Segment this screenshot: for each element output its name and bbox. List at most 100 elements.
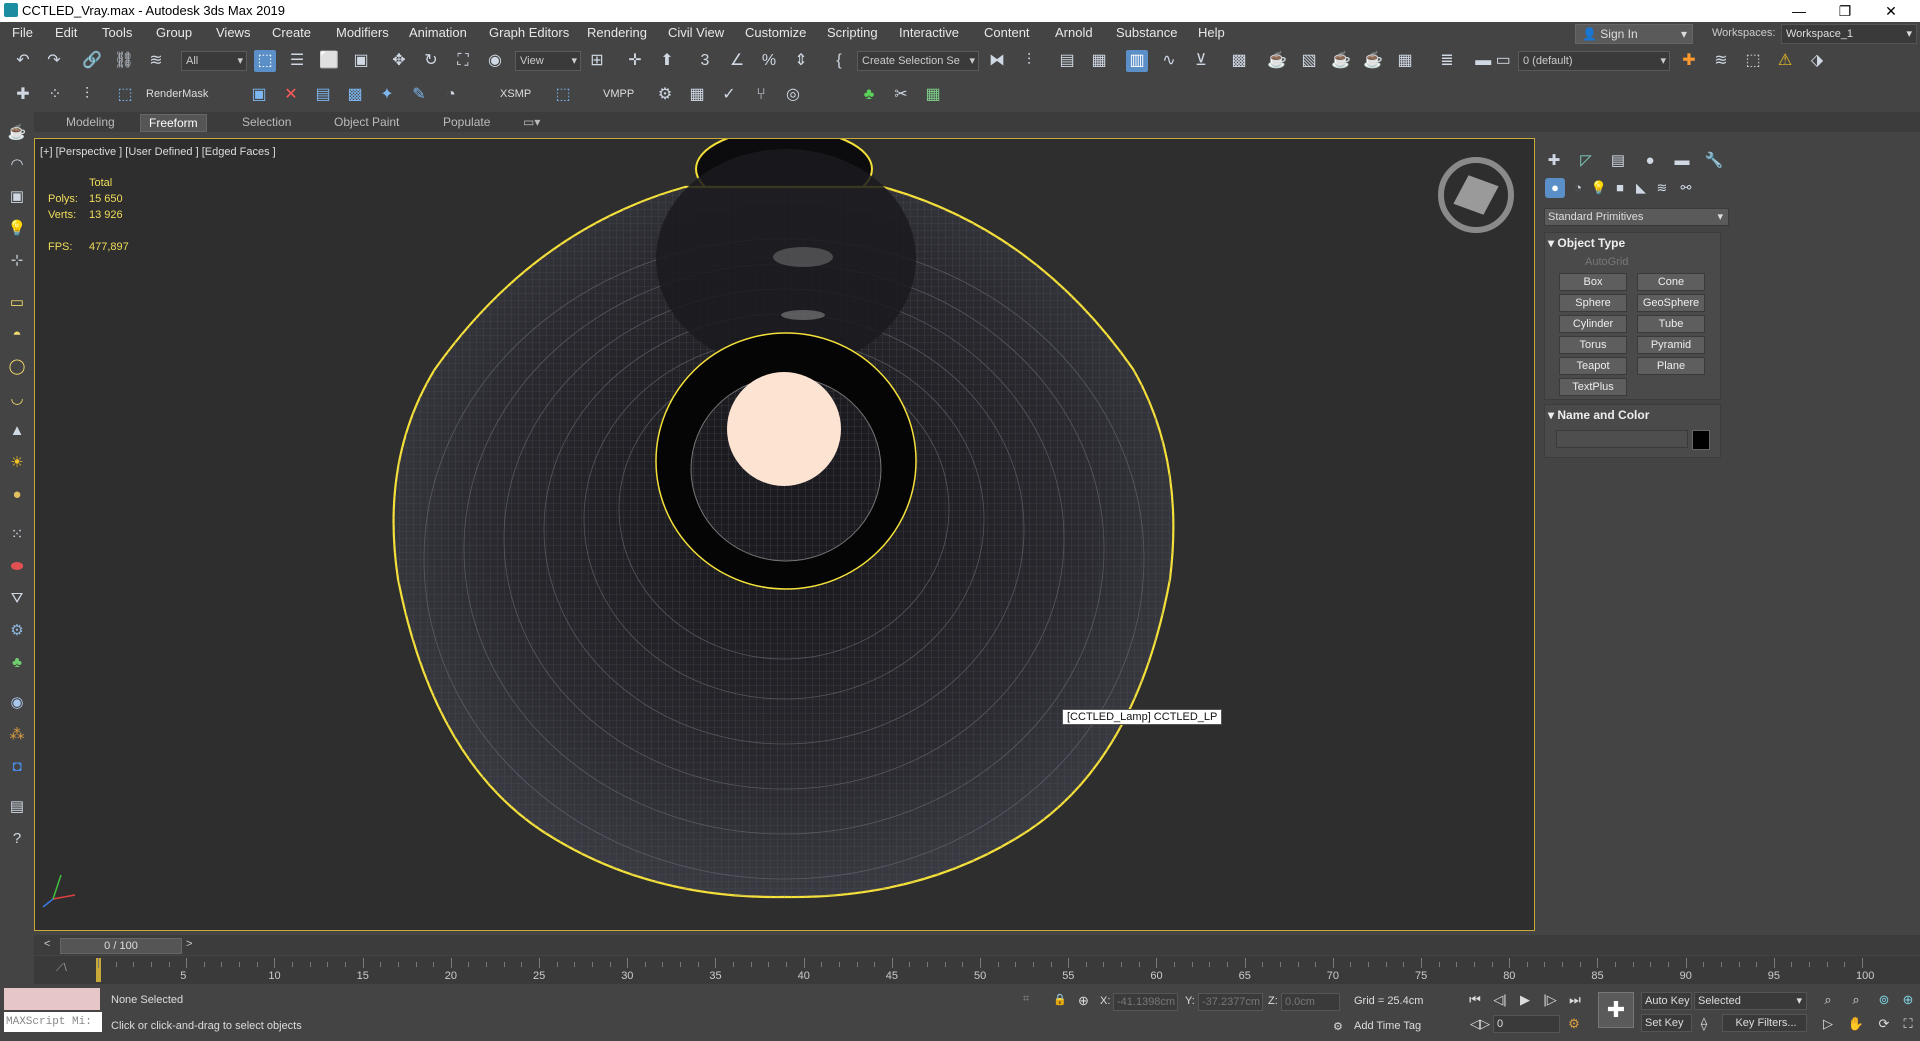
key-set-select[interactable]: Selected ▾ xyxy=(1694,992,1807,1010)
xsmp-label[interactable]: XSMP xyxy=(500,88,531,100)
sign-in-button[interactable]: 👤 Sign In ▾ xyxy=(1575,24,1693,44)
vmpp-label[interactable]: VMPP xyxy=(603,88,634,100)
tab-selection[interactable]: Selection xyxy=(234,114,299,130)
circle-icon[interactable]: ◯ xyxy=(5,356,29,378)
render-icon[interactable]: ◘ xyxy=(5,756,29,778)
capsule-icon[interactable]: ⬬ xyxy=(5,556,29,578)
particles-icon[interactable]: ⁙ xyxy=(5,524,29,546)
selection-set-select[interactable]: Create Selection Se ▾ xyxy=(857,51,979,71)
curve-editor-icon[interactable]: ∿ xyxy=(1158,50,1180,72)
name-color-title[interactable]: ▾ Name and Color xyxy=(1548,408,1649,422)
settings-icon[interactable]: ⚙ xyxy=(5,620,29,642)
vray-tool-icon[interactable]: ▩ xyxy=(344,84,366,106)
create-tab-icon[interactable]: ✚ xyxy=(1542,150,1566,172)
tripod-icon[interactable]: ⛛ xyxy=(5,588,29,610)
unlink-icon[interactable]: ⛓ xyxy=(113,50,135,72)
menu-edit[interactable]: Edit xyxy=(55,25,77,40)
rendered-frame-icon[interactable]: ▧ xyxy=(1298,50,1320,72)
pan-icon[interactable]: ✋ xyxy=(1846,1014,1866,1034)
y-coordinate-field[interactable]: -37.2377cm xyxy=(1198,993,1263,1011)
pyramid-button[interactable]: Pyramid xyxy=(1637,336,1705,354)
shape-icon[interactable]: ◠ xyxy=(5,154,29,176)
set-key-button[interactable]: Set Key xyxy=(1641,1014,1692,1032)
bind-space-warp-icon[interactable]: ≋ xyxy=(145,50,167,72)
play-icon[interactable]: ▶ xyxy=(1515,990,1535,1010)
object-name-field[interactable] xyxy=(1556,430,1688,448)
ribbon-options-icon[interactable]: ▭▾ xyxy=(515,114,548,130)
spinner-snap-icon[interactable]: ⇕ xyxy=(790,50,812,72)
pivot-center-icon[interactable]: ⊞ xyxy=(586,50,608,72)
percent-snap-icon[interactable]: % xyxy=(758,50,780,72)
key-filters-button[interactable]: Key Filters... xyxy=(1722,1014,1807,1032)
add-icon[interactable]: ✚ xyxy=(12,84,34,106)
rectangular-selection-icon[interactable]: ⬜ xyxy=(318,50,340,72)
layer-explorer-icon[interactable]: ▦ xyxy=(1088,50,1110,72)
align-icon[interactable]: ⫶ xyxy=(1018,50,1040,72)
maxscript-input[interactable]: MAXScript Mi: xyxy=(4,1012,102,1032)
link-icon[interactable]: 🔗 xyxy=(81,50,103,72)
field-of-view-icon[interactable]: ▷ xyxy=(1818,1014,1838,1034)
menu-animation[interactable]: Animation xyxy=(409,25,467,40)
redo-icon[interactable]: ↷ xyxy=(43,50,65,72)
workspace-select[interactable]: Workspace_1 ▾ xyxy=(1781,24,1917,44)
layer-stack-icon[interactable]: ≋ xyxy=(1710,50,1732,72)
material-editor-icon[interactable]: ▩ xyxy=(1228,50,1250,72)
tube-button[interactable]: Tube xyxy=(1637,315,1705,333)
autogrid-checkbox[interactable]: AutoGrid xyxy=(1585,256,1628,268)
menu-rendering[interactable]: Rendering xyxy=(587,25,647,40)
select-manipulate-icon[interactable]: ✛ xyxy=(624,50,646,72)
lights-icon[interactable]: 💡 xyxy=(1589,178,1609,198)
helpers-icon[interactable]: ◣ xyxy=(1631,178,1651,198)
edit-named-selection-icon[interactable]: { xyxy=(828,50,850,72)
next-frame-icon[interactable]: > xyxy=(186,938,192,950)
select-object-icon[interactable]: ⬚ xyxy=(254,50,276,72)
minimize-icon[interactable]: — xyxy=(1776,0,1822,22)
object-color-swatch[interactable] xyxy=(1692,430,1710,450)
menu-create[interactable]: Create xyxy=(272,25,311,40)
teapot-icon[interactable]: ☕ xyxy=(5,122,29,144)
check-icon[interactable]: ✓ xyxy=(718,84,740,106)
help-icon[interactable]: ? xyxy=(5,828,29,850)
scale-icon[interactable]: ⛶ xyxy=(452,50,474,72)
modify-tab-icon[interactable]: ◸ xyxy=(1574,150,1598,172)
geosphere-button[interactable]: GeoSphere xyxy=(1637,294,1705,312)
place-icon[interactable]: ◉ xyxy=(484,50,506,72)
tree-icon[interactable]: ♣ xyxy=(858,84,880,106)
helper-icon[interactable]: ⊹ xyxy=(5,250,29,272)
textplus-button[interactable]: TextPlus xyxy=(1559,378,1627,396)
geometry-icon[interactable]: ● xyxy=(1545,178,1565,198)
default-in-out-icon[interactable]: ⟠ xyxy=(1694,1014,1714,1034)
previous-key-icon[interactable]: ◁| xyxy=(1490,990,1510,1010)
tab-object-paint[interactable]: Object Paint xyxy=(326,114,407,130)
layer-tools-icon[interactable]: ▬ ▭ xyxy=(1468,50,1518,72)
menu-civil-view[interactable]: Civil View xyxy=(668,25,724,40)
reference-coordinate-select[interactable]: View ▾ xyxy=(515,51,581,71)
scene-explorer-icon[interactable]: ▤ xyxy=(1056,50,1078,72)
select-layer-icon[interactable]: ⬚ xyxy=(1742,50,1764,72)
restore-icon[interactable]: ❐ xyxy=(1822,0,1868,22)
tab-modeling[interactable]: Modeling xyxy=(58,114,123,130)
utilities-tab-icon[interactable]: 🔧 xyxy=(1702,150,1726,172)
select-by-name-icon[interactable]: ☰ xyxy=(286,50,308,72)
next-key-icon[interactable]: |▷ xyxy=(1540,990,1560,1010)
warning-icon[interactable]: ⚠ xyxy=(1774,50,1796,72)
viewport-label[interactable]: [+] [Perspective ] [User Defined ] [Edge… xyxy=(40,146,276,158)
sphere-button[interactable]: Sphere xyxy=(1559,294,1627,312)
clock-icon[interactable]: ◔ xyxy=(440,84,462,106)
teapot-button[interactable]: Teapot xyxy=(1559,357,1627,375)
lock-icon[interactable]: 🔒 xyxy=(1053,993,1067,1006)
hierarchy-tab-icon[interactable]: ▤ xyxy=(1606,150,1630,172)
xyz-icon[interactable]: ✕ xyxy=(280,84,302,106)
snaps-toggle-icon[interactable]: 3 xyxy=(694,50,716,72)
zoom-all-icon[interactable]: ⌕ xyxy=(1846,990,1866,1010)
menu-modifiers[interactable]: Modifiers xyxy=(336,25,389,40)
zoom-extents-icon[interactable]: ⊚ xyxy=(1874,990,1894,1010)
distribute-icon[interactable]: ⫶ xyxy=(76,84,98,106)
shapes-icon[interactable]: ◔ xyxy=(1568,178,1588,198)
mirror-icon[interactable]: ⧓ xyxy=(986,50,1008,72)
globe-icon[interactable]: ◉ xyxy=(5,692,29,714)
vray-vfb-icon[interactable]: ▣ xyxy=(248,84,270,106)
menu-graph-editors[interactable]: Graph Editors xyxy=(489,25,569,40)
sphere-icon[interactable]: ● xyxy=(5,484,29,506)
rotate-icon[interactable]: ↻ xyxy=(420,50,442,72)
